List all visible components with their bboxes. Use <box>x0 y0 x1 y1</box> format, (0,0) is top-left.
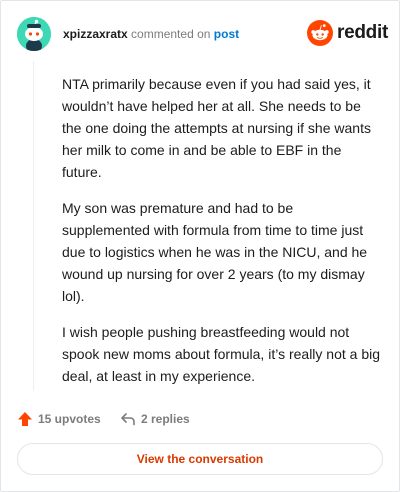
reply-count: 2 replies <box>141 412 190 426</box>
upvote-count: 15 upvotes <box>38 412 101 426</box>
comment-actions: 15 upvotes 2 replies <box>17 409 383 431</box>
view-conversation-button[interactable]: View the conversation <box>17 443 383 475</box>
comment-paragraph: I wish people pushing breastfeeding woul… <box>62 324 381 384</box>
comment-embed-card: xpizzaxratx commented on post reddit NTA… <box>0 0 400 492</box>
reddit-logo-icon <box>307 20 333 51</box>
snoo-avatar-icon[interactable] <box>17 17 51 51</box>
thread-line <box>33 61 34 391</box>
reply-arrow-icon[interactable] <box>120 411 136 432</box>
reddit-wordmark: reddit <box>337 22 388 43</box>
post-link[interactable]: post <box>214 27 239 41</box>
comment-paragraph: My son was premature and had to be suppl… <box>62 200 368 304</box>
reddit-logo[interactable]: reddit <box>307 20 388 46</box>
comment-header: xpizzaxratx commented on post reddit <box>17 17 388 53</box>
comment-paragraph: NTA primarily because even if you had sa… <box>62 76 371 180</box>
comment-body: NTA primarily because even if you had sa… <box>62 73 382 401</box>
comment-byline: xpizzaxratx commented on post <box>63 27 239 41</box>
upvote-arrow-icon[interactable] <box>17 411 33 432</box>
username-link[interactable]: xpizzaxratx <box>63 27 128 41</box>
byline-text: commented on <box>131 27 211 41</box>
